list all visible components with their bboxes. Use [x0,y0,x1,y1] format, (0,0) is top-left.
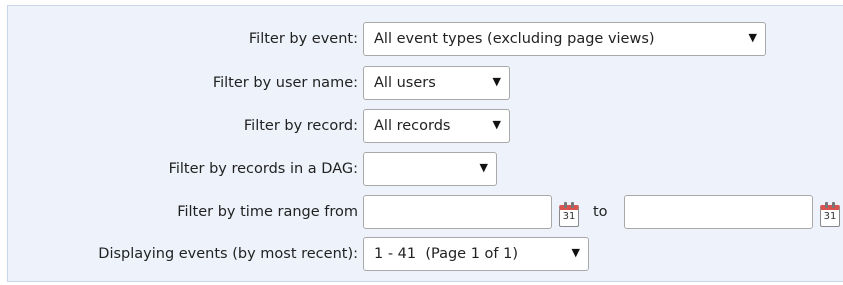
user-filter-select[interactable]: All users ▼ [363,66,510,100]
event-filter-select[interactable]: All event types (excluding page views) ▼ [363,22,766,56]
record-filter-select[interactable]: All records ▼ [363,109,510,143]
caret-down-icon: ▼ [479,161,488,174]
caret-down-icon: ▼ [492,75,501,88]
record-filter-row: Filter by record: [8,109,358,143]
time-to-input[interactable] [624,195,813,229]
filter-panel: Filter by event: All event types (exclud… [7,5,843,282]
calendar-day: 31 [562,211,576,222]
time-from-input[interactable] [363,195,552,229]
dag-filter-select[interactable]: ▼ [363,152,497,186]
calendar-icon[interactable]: 31 [559,202,579,227]
user-filter-value: All users [374,75,436,91]
caret-down-icon: ▼ [748,31,757,44]
user-filter-label: Filter by user name: [212,75,358,91]
display-row: Displaying events (by most recent): [8,237,358,271]
time-to-label: to [593,204,608,220]
dag-filter-row: Filter by records in a DAG: [8,152,358,186]
time-filter-row: Filter by time range from [8,195,358,229]
calendar-icon[interactable]: 31 [820,202,840,227]
user-filter-row: Filter by user name: [8,66,358,100]
event-filter-label: Filter by event: [248,31,358,47]
caret-down-icon: ▼ [492,118,501,131]
page-select[interactable]: 1 - 41 (Page 1 of 1) ▼ [363,237,589,271]
caret-down-icon: ▼ [571,246,580,259]
record-filter-value: All records [374,118,451,134]
page-select-value: 1 - 41 (Page 1 of 1) [374,246,519,262]
calendar-day: 31 [823,211,837,222]
record-filter-label: Filter by record: [243,118,358,134]
display-label: Displaying events (by most recent): [98,246,358,262]
dag-filter-label: Filter by records in a DAG: [168,161,358,177]
event-filter-value: All event types (excluding page views) [374,31,655,47]
event-filter-row: Filter by event: [8,22,358,56]
time-filter-label: Filter by time range from [177,204,358,220]
